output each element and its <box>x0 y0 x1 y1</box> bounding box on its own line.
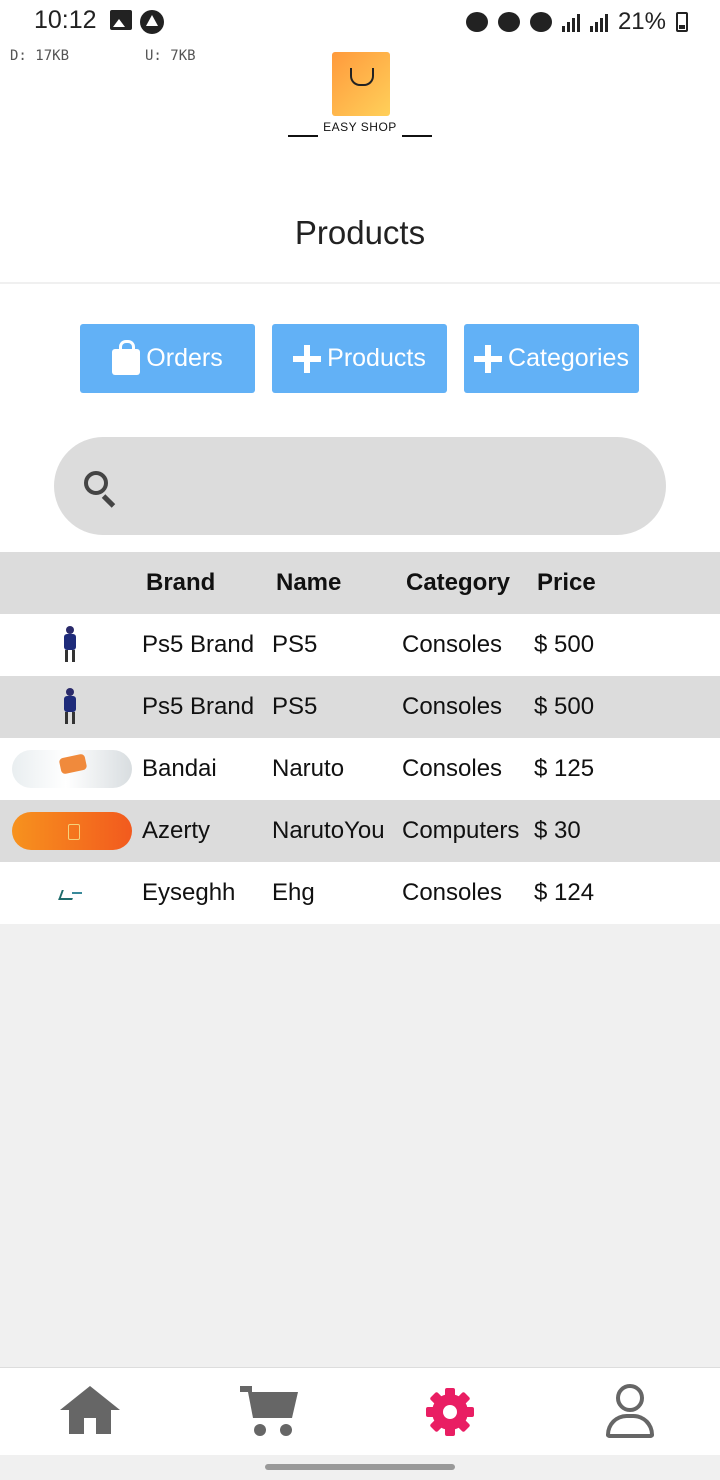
plus-icon <box>293 344 322 373</box>
add-category-button[interactable]: Categories <box>464 324 639 393</box>
admin-panel: Orders Products Categories <box>0 284 720 552</box>
gesture-area <box>0 1455 720 1480</box>
table-header-row: Brand Name Category Price <box>0 552 720 614</box>
product-brand: Ps5 Brand <box>142 631 255 658</box>
product-name: PS5 <box>272 631 318 658</box>
app-header: EASY SHOP Products <box>0 44 720 282</box>
chat-icon <box>465 12 488 32</box>
orders-button-label: Orders <box>146 344 223 372</box>
product-price: $ 500 <box>534 693 595 720</box>
add-product-button[interactable]: Products <box>272 324 447 393</box>
logo-text: EASY SHOP <box>323 120 397 134</box>
product-brand: Ps5 Brand <box>142 693 255 720</box>
product-brand: Eyseghh <box>142 879 236 906</box>
column-header-name: Name <box>276 569 342 596</box>
product-price: $ 125 <box>534 755 595 782</box>
product-price: $ 124 <box>534 879 595 906</box>
table-row[interactable]: Ps5 Brand PS5 Consoles $ 500 <box>0 614 720 676</box>
add-category-button-label: Categories <box>508 344 629 372</box>
product-price: $ 500 <box>534 631 595 658</box>
upload-speed: U: 7KB <box>145 48 196 64</box>
nav-cart-icon[interactable] <box>240 1384 300 1440</box>
wifi-signal-icon <box>561 12 580 32</box>
easy-shop-logo: EASY SHOP <box>286 52 434 142</box>
product-image <box>12 812 132 850</box>
shopping-bag-icon <box>112 339 141 375</box>
cell-signal-icon <box>589 12 608 32</box>
table-row[interactable]: Bandai Naruto Consoles $ 125 <box>0 738 720 800</box>
search-input[interactable] <box>134 457 634 515</box>
product-brand: Bandai <box>142 755 217 782</box>
product-image <box>12 750 132 788</box>
nav-settings-icon[interactable] <box>420 1384 480 1440</box>
search-bar[interactable] <box>54 437 666 535</box>
table-row[interactable]: Ps5 Brand PS5 Consoles $ 500 <box>0 676 720 738</box>
table-row[interactable]: Azerty NarutoYou Computers $ 30 <box>0 800 720 862</box>
product-brand: Azerty <box>142 817 211 844</box>
product-image <box>62 626 78 662</box>
products-table: Brand Name Category Price Ps5 Brand PS5 … <box>0 552 720 924</box>
product-price: $ 30 <box>534 817 581 844</box>
product-category: Computers <box>402 817 520 844</box>
product-name: PS5 <box>272 693 318 720</box>
product-category: Consoles <box>402 879 503 906</box>
status-bar: 10:12 21% <box>0 0 720 44</box>
status-system-icons: 21% <box>465 8 688 36</box>
product-name: NarutoYou <box>272 817 385 844</box>
action-buttons: Orders Products Categories <box>80 324 639 393</box>
page-title: Products <box>294 214 426 251</box>
download-speed: D: 17KB <box>10 48 70 64</box>
column-header-brand: Brand <box>146 569 216 596</box>
bottom-navigation <box>0 1367 720 1455</box>
nav-user-icon[interactable] <box>600 1384 660 1440</box>
shopping-bag-logo-icon <box>332 52 390 116</box>
home-gesture-bar[interactable] <box>265 1464 455 1470</box>
column-header-price: Price <box>537 569 596 596</box>
nav-home-icon[interactable] <box>60 1384 120 1440</box>
alarm-icon <box>497 12 520 32</box>
product-category: Consoles <box>402 693 503 720</box>
gallery-icon <box>110 10 132 30</box>
status-time: 10:12 <box>34 6 97 34</box>
column-header-category: Category <box>406 569 511 596</box>
product-category: Consoles <box>402 631 503 658</box>
add-product-button-label: Products <box>327 344 426 372</box>
product-image <box>60 886 84 900</box>
orders-button[interactable]: Orders <box>80 324 255 393</box>
status-notification-icons <box>110 10 164 34</box>
app-notification-icon <box>140 10 164 34</box>
product-name: Naruto <box>272 755 345 782</box>
plus-icon <box>474 344 503 373</box>
battery-percentage: 21% <box>617 8 666 35</box>
battery-icon <box>676 12 688 32</box>
product-image <box>62 688 78 724</box>
table-row[interactable]: Eyseghh Ehg Consoles $ 124 <box>0 862 720 924</box>
product-name: Ehg <box>272 879 315 906</box>
mute-icon <box>529 12 552 32</box>
search-icon <box>84 471 108 495</box>
product-category: Consoles <box>402 755 503 782</box>
